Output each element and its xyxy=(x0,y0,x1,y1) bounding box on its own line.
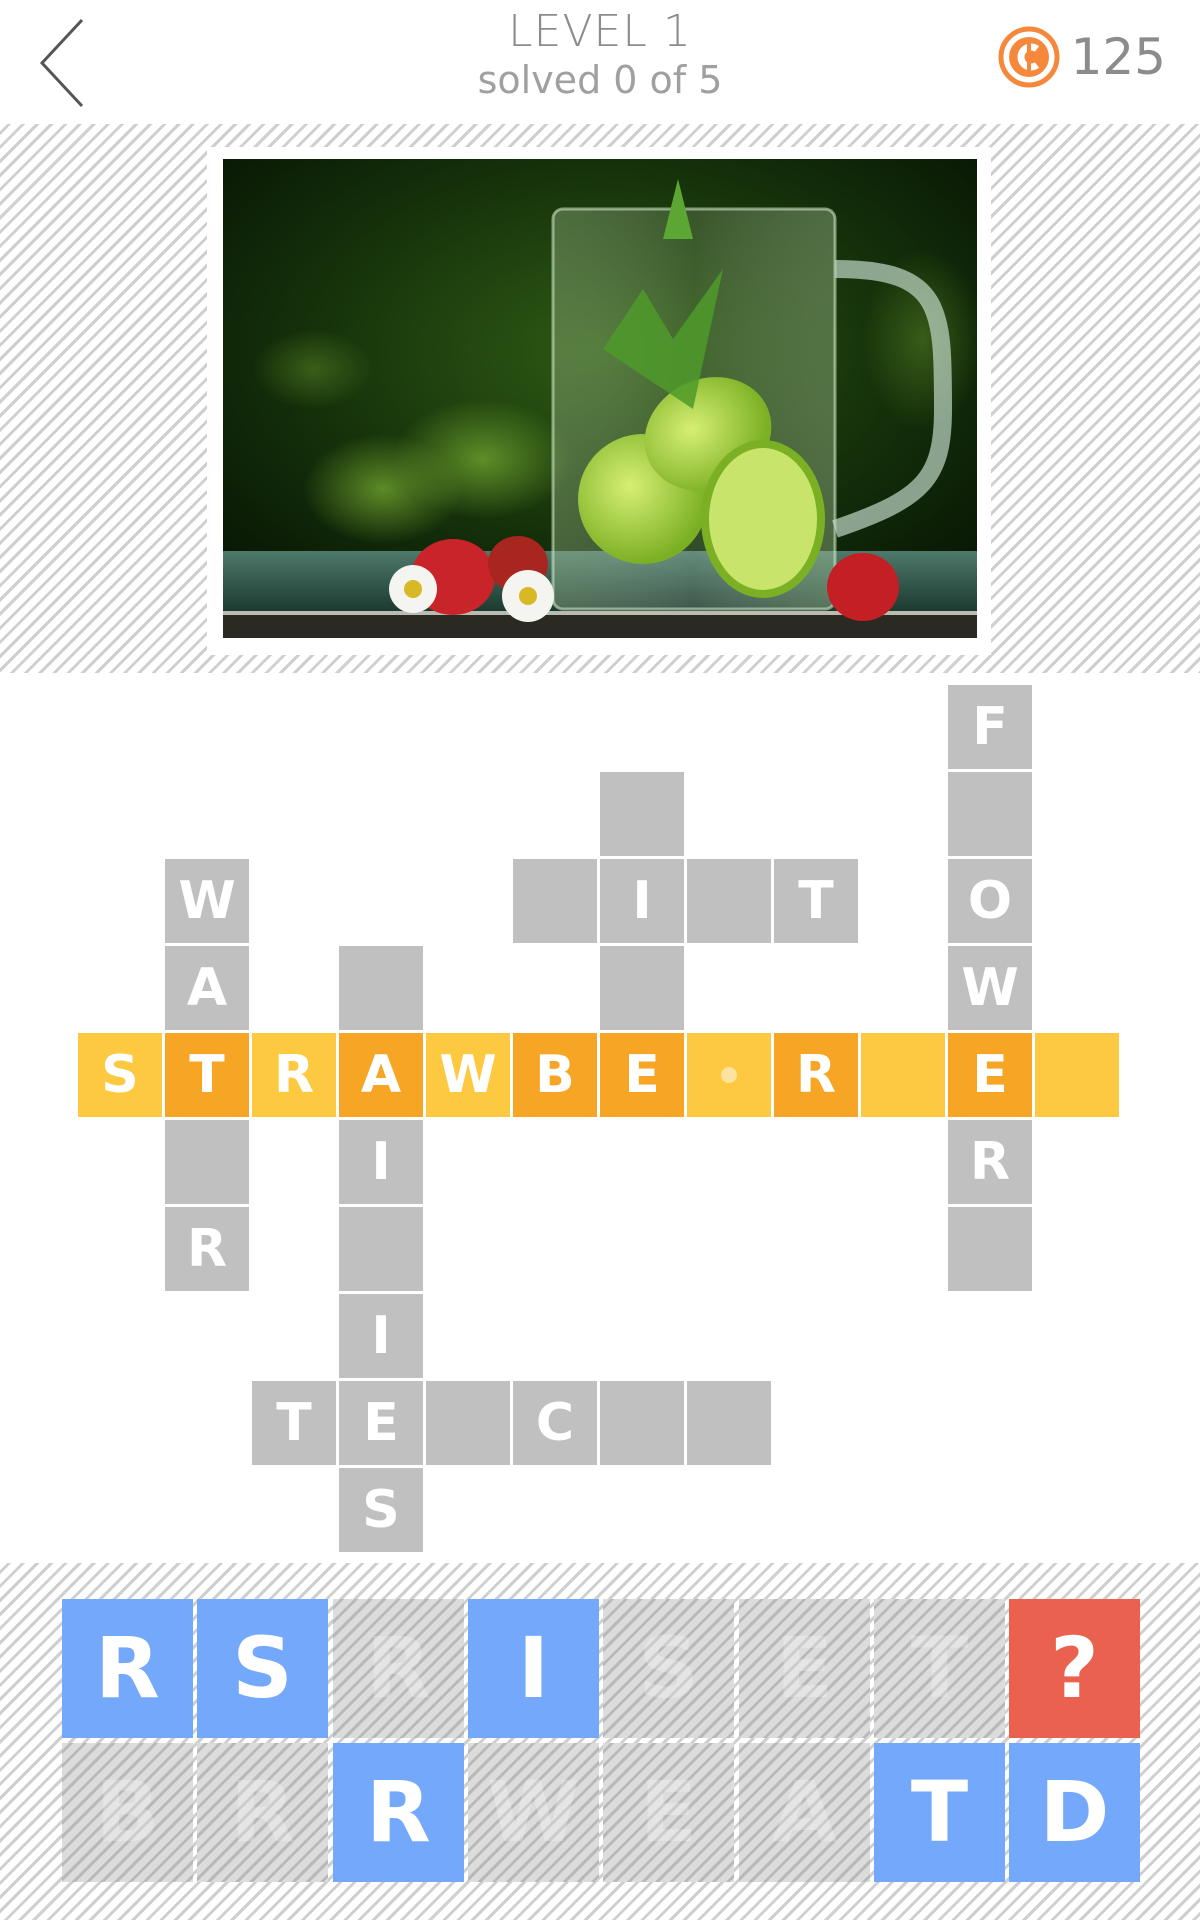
letter-key-used[interactable]: E xyxy=(603,1743,734,1882)
crossword-cell[interactable]: T xyxy=(774,859,858,943)
cell-letter: E xyxy=(624,1045,660,1105)
cell-letter: W xyxy=(439,1045,497,1105)
active-word-cell[interactable]: W xyxy=(426,1033,510,1117)
letter-key-used[interactable]: A xyxy=(739,1743,870,1882)
crossword-cell[interactable]: T xyxy=(252,1381,336,1465)
cell-letter: C xyxy=(535,1393,575,1453)
letter-key-used[interactable]: B xyxy=(62,1743,193,1882)
cell-letter: I xyxy=(371,1132,391,1192)
letter-key-used[interactable]: E xyxy=(739,1599,870,1738)
active-word-cell[interactable]: R xyxy=(774,1033,858,1117)
crossword-cell[interactable] xyxy=(165,1120,249,1204)
letter-key-used[interactable]: R xyxy=(333,1599,464,1738)
letter-key-used[interactable]: T xyxy=(874,1599,1005,1738)
active-word-cell[interactable]: T xyxy=(165,1033,249,1117)
letter-key[interactable]: S xyxy=(197,1599,328,1738)
crossword-cell[interactable] xyxy=(600,772,684,856)
letter-key[interactable]: I xyxy=(468,1599,599,1738)
cell-letter: R xyxy=(795,1045,837,1105)
cell-letter: F xyxy=(972,697,1008,757)
letter-key-used[interactable]: S xyxy=(603,1599,734,1738)
cell-letter: A xyxy=(360,1045,402,1105)
active-word-cell[interactable]: B xyxy=(513,1033,597,1117)
letter-key[interactable]: T xyxy=(874,1743,1005,1882)
crossword-cell[interactable]: F xyxy=(948,685,1032,769)
coin-count: 125 xyxy=(1070,28,1166,86)
crossword-cell[interactable] xyxy=(948,1207,1032,1291)
cell-letter: R xyxy=(273,1045,315,1105)
puzzle-photo[interactable] xyxy=(223,159,977,638)
crossword-cell[interactable]: E xyxy=(339,1381,423,1465)
crossword-cell[interactable] xyxy=(426,1381,510,1465)
letter-key-used[interactable]: W xyxy=(468,1743,599,1882)
letter-key[interactable]: R xyxy=(62,1599,193,1738)
active-word-cell[interactable] xyxy=(687,1033,771,1117)
cell-letter: R xyxy=(186,1219,228,1279)
letter-key[interactable]: R xyxy=(333,1743,464,1882)
crossword-cell[interactable]: I xyxy=(339,1294,423,1378)
letter-key[interactable]: D xyxy=(1009,1743,1140,1882)
cell-letter: T xyxy=(189,1045,225,1105)
cell-letter: W xyxy=(961,958,1019,1018)
crossword-cell[interactable]: I xyxy=(600,859,684,943)
crossword-cell[interactable]: A xyxy=(165,946,249,1030)
cell-letter: W xyxy=(178,871,236,931)
letter-keyboard: R S R I S E T? B R R W E A T D xyxy=(0,1563,1200,1920)
crossword-cell[interactable] xyxy=(339,946,423,1030)
hint-button[interactable]: ? xyxy=(1009,1599,1140,1738)
crossword-cell[interactable]: R xyxy=(165,1207,249,1291)
crossword-cell[interactable] xyxy=(687,859,771,943)
crossword-cell[interactable] xyxy=(600,946,684,1030)
photo-illustration xyxy=(223,159,977,638)
active-word-cell[interactable]: S xyxy=(78,1033,162,1117)
top-bar: LEVEL 1 solved 0 of 5 125 xyxy=(0,0,1200,124)
crossword-cell[interactable] xyxy=(600,1381,684,1465)
coin-icon xyxy=(998,26,1060,88)
cell-letter: T xyxy=(276,1393,312,1453)
cell-letter: R xyxy=(969,1132,1011,1192)
active-word-cell[interactable]: E xyxy=(600,1033,684,1117)
cursor-dot-icon xyxy=(721,1067,737,1083)
active-word-cell[interactable]: A xyxy=(339,1033,423,1117)
crossword-cell[interactable] xyxy=(339,1207,423,1291)
letter-key-used[interactable]: R xyxy=(197,1743,328,1882)
active-word-cell[interactable]: R xyxy=(252,1033,336,1117)
cell-letter: S xyxy=(101,1045,139,1105)
cell-letter: E xyxy=(363,1393,399,1453)
crossword-cell[interactable]: W xyxy=(948,946,1032,1030)
crossword-cell[interactable]: W xyxy=(165,859,249,943)
crossword-cell[interactable]: I xyxy=(339,1120,423,1204)
cell-letter: S xyxy=(362,1480,400,1540)
active-word-cell[interactable]: E xyxy=(948,1033,1032,1117)
crossword-cell[interactable]: O xyxy=(948,859,1032,943)
crossword-cell[interactable]: R xyxy=(948,1120,1032,1204)
cell-letter: B xyxy=(535,1045,575,1105)
coin-balance[interactable]: 125 xyxy=(997,22,1166,92)
active-word-cell[interactable] xyxy=(861,1033,945,1117)
active-word-cell[interactable] xyxy=(1035,1033,1119,1117)
crossword-cell[interactable]: C xyxy=(513,1381,597,1465)
cell-letter: E xyxy=(972,1045,1008,1105)
crossword-cell[interactable] xyxy=(948,772,1032,856)
cell-letter: I xyxy=(632,871,652,931)
crossword-cell[interactable] xyxy=(513,859,597,943)
photo-frame xyxy=(207,147,991,655)
photo-area xyxy=(0,124,1200,673)
cell-letter: T xyxy=(798,871,834,931)
crossword-cell[interactable] xyxy=(687,1381,771,1465)
cell-letter: I xyxy=(371,1306,391,1366)
crossword-cell[interactable]: S xyxy=(339,1468,423,1552)
cell-letter: O xyxy=(967,871,1013,931)
cell-letter: A xyxy=(186,958,228,1018)
